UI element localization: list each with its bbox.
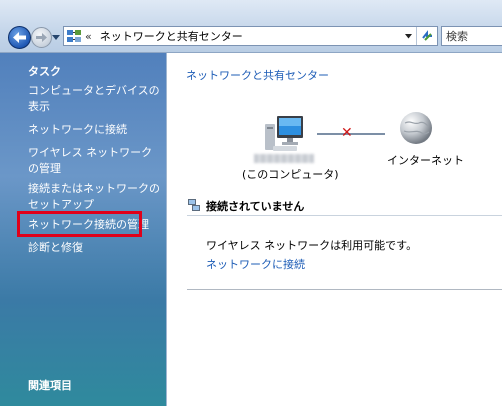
- address-breadcrumb[interactable]: ネットワークと共有センター: [100, 28, 243, 44]
- computer-label: (このコンピュータ): [242, 168, 339, 181]
- status-divider: [187, 215, 502, 216]
- status-text: 接続されていません: [206, 200, 305, 213]
- disconnected-x-icon: ✕: [341, 125, 353, 141]
- internet-label: インターネット: [387, 154, 464, 167]
- tasks-heading: タスク: [28, 65, 61, 78]
- related-heading: 関連項目: [28, 379, 72, 392]
- sidebar-item-setup-connection[interactable]: 接続またはネットワークのセットアップ: [28, 181, 160, 213]
- network-center-icon: [67, 30, 81, 42]
- connect-network-link[interactable]: ネットワークに接続: [206, 256, 305, 272]
- refresh-icon: [421, 30, 432, 41]
- computer-name-blurred: [254, 154, 314, 163]
- breadcrumb-separator: «: [85, 29, 92, 43]
- section-divider: [187, 289, 502, 290]
- address-bar[interactable]: « ネットワークと共有センター: [63, 26, 438, 46]
- search-box[interactable]: [441, 26, 502, 46]
- back-button[interactable]: [8, 26, 31, 49]
- network-status-icon: [188, 199, 200, 211]
- navigation-bar: « ネットワークと共有センター: [0, 0, 502, 53]
- back-arrow-icon: [13, 32, 26, 43]
- page-title: ネットワークと共有センター: [186, 69, 329, 82]
- sidebar-item-connect-network[interactable]: ネットワークに接続: [28, 122, 160, 138]
- highlight-annotation: [17, 211, 142, 237]
- sidebar-item-diagnose-repair[interactable]: 診断と修復: [28, 240, 160, 256]
- wireless-available-text: ワイヤレス ネットワークは利用可能です。: [206, 239, 418, 252]
- chevron-down-icon: [404, 33, 412, 38]
- sidebar-item-manage-wireless[interactable]: ワイヤレス ネットワークの管理: [28, 145, 160, 177]
- forward-button[interactable]: [31, 27, 52, 48]
- history-dropdown-icon[interactable]: [52, 33, 60, 41]
- refresh-button[interactable]: [416, 27, 437, 45]
- computer-icon[interactable]: [265, 116, 305, 152]
- address-dropdown-button[interactable]: [401, 27, 415, 45]
- forward-arrow-icon: [36, 33, 47, 42]
- task-pane: タスク コンピュータとデバイスの表示 ネットワークに接続 ワイヤレス ネットワー…: [0, 53, 167, 406]
- search-input[interactable]: [446, 29, 502, 43]
- connection-status-row: 接続されていません: [187, 197, 502, 215]
- main-content: ネットワークと共有センター ✕ (このコンピュータ) インターネット 接続されて…: [167, 53, 502, 406]
- globe-icon[interactable]: [399, 111, 433, 145]
- sidebar-item-view-computers-devices[interactable]: コンピュータとデバイスの表示: [28, 83, 160, 115]
